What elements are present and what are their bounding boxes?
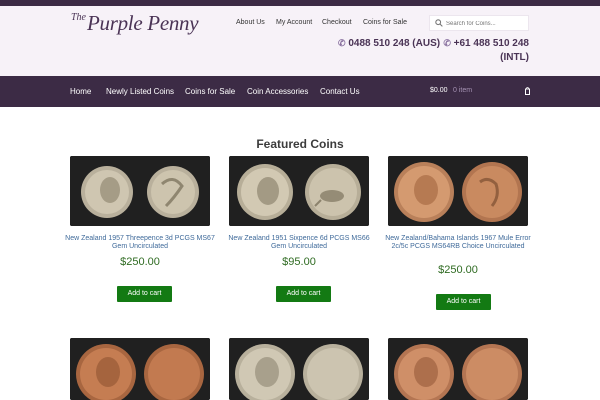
coin-photo-icon xyxy=(229,156,369,226)
add-to-cart-button[interactable]: Add to cart xyxy=(436,294,491,310)
nav-coin-accessories[interactable]: Coin Accessories xyxy=(247,87,308,96)
phone-aus[interactable]: 0488 510 248 (AUS) xyxy=(348,38,440,49)
phone-icon: ✆ xyxy=(443,38,451,48)
top-link-checkout[interactable]: Checkout xyxy=(322,19,352,26)
product-title[interactable]: New Zealand/Bahama Islands 1967 Mule Err… xyxy=(383,235,533,251)
product-price: $95.00 xyxy=(282,256,316,268)
phone-line-2: (INTL) xyxy=(500,52,529,63)
nav-newly-listed-coins[interactable]: Newly Listed Coins xyxy=(106,87,174,96)
site-header: The Purple Penny About Us My Account Che… xyxy=(0,6,600,76)
add-to-cart-button[interactable]: Add to cart xyxy=(117,286,172,302)
coin-photo-icon xyxy=(70,338,210,400)
phone-line-1: ✆ 0488 510 248 (AUS) ✆ +61 488 510 248 xyxy=(338,38,529,49)
coin-photo-icon xyxy=(70,156,210,226)
main-nav: Home Newly Listed Coins Coins for Sale C… xyxy=(0,76,600,107)
coin-photo-icon xyxy=(388,338,528,400)
product-image[interactable] xyxy=(388,156,528,226)
coin-photo-icon xyxy=(229,338,369,400)
top-link-about-us[interactable]: About Us xyxy=(236,19,265,26)
logo-the: The xyxy=(71,12,86,23)
cart-item-count[interactable]: 0 item xyxy=(453,87,472,94)
search-input[interactable] xyxy=(446,18,526,29)
site-logo[interactable]: The Purple Penny xyxy=(71,10,199,42)
product-image[interactable] xyxy=(70,156,210,226)
product-price: $250.00 xyxy=(438,264,478,276)
cart-amount[interactable]: $0.00 xyxy=(430,87,448,94)
phone-icon: ✆ xyxy=(338,38,346,48)
product-image[interactable] xyxy=(388,338,528,400)
product-price: $250.00 xyxy=(120,256,160,268)
phone-intl-label: (INTL) xyxy=(500,52,529,63)
product-image[interactable] xyxy=(70,338,210,400)
featured-coins-heading: Featured Coins xyxy=(256,137,344,151)
add-to-cart-button[interactable]: Add to cart xyxy=(276,286,331,302)
top-link-my-account[interactable]: My Account xyxy=(276,19,312,26)
nav-home[interactable]: Home xyxy=(70,87,91,96)
product-image[interactable] xyxy=(229,156,369,226)
coin-photo-icon xyxy=(388,156,528,226)
product-title[interactable]: New Zealand 1957 Threepence 3d PCGS MS67… xyxy=(65,235,215,251)
search-box[interactable] xyxy=(429,15,529,31)
nav-contact-us[interactable]: Contact Us xyxy=(320,87,360,96)
phone-intl[interactable]: +61 488 510 248 xyxy=(454,38,529,49)
product-image[interactable] xyxy=(229,338,369,400)
logo-name: Purple Penny xyxy=(87,11,199,35)
shopping-bag-icon[interactable] xyxy=(525,87,530,95)
top-link-coins-for-sale[interactable]: Coins for Sale xyxy=(363,19,407,26)
nav-coins-for-sale[interactable]: Coins for Sale xyxy=(185,87,235,96)
product-title[interactable]: New Zealand 1951 Sixpence 6d PCGS MS66 G… xyxy=(224,235,374,251)
search-icon[interactable] xyxy=(435,19,443,27)
